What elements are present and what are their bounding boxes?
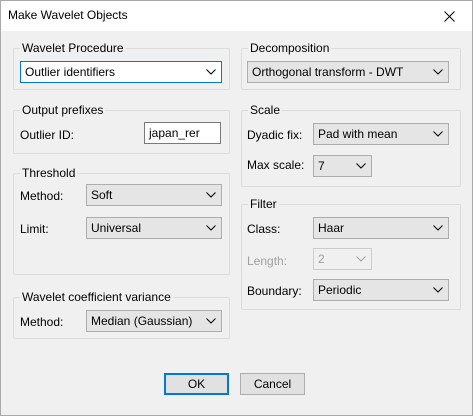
threshold-method-label: Method: [20, 189, 64, 203]
wavelet-procedure-value: Outlier identifiers [25, 65, 116, 79]
filter-class-select[interactable]: Haar [313, 217, 449, 239]
chevron-down-icon [433, 287, 443, 293]
variance-method-label: Method: [20, 315, 64, 329]
filter-boundary-value: Periodic [318, 283, 362, 297]
dialog-window: Make Wavelet Objects Wavelet Procedure O… [0, 0, 473, 416]
max-scale-select[interactable]: 7 [313, 155, 372, 177]
wavelet-procedure-select[interactable]: Outlier identifiers [20, 61, 222, 83]
window-title: Make Wavelet Objects [8, 8, 128, 22]
chevron-down-icon [206, 192, 216, 198]
variance-method-select[interactable]: Median (Gaussian) [86, 310, 222, 332]
chevron-down-icon [206, 69, 216, 75]
title-bar: Make Wavelet Objects [1, 1, 472, 31]
filter-length-select[interactable]: 2 [313, 248, 372, 270]
max-scale-value: 7 [318, 159, 325, 173]
filter-group-label: Filter [248, 197, 279, 211]
decomposition-value: Orthogonal transform - DWT [252, 65, 404, 79]
chevron-down-icon [356, 163, 366, 169]
threshold-group-label: Threshold [20, 166, 78, 180]
output-prefixes-group-label: Output prefixes [20, 103, 106, 117]
threshold-limit-select[interactable]: Universal [86, 217, 222, 239]
threshold-method-value: Soft [91, 188, 113, 202]
wavelet-procedure-group-label: Wavelet Procedure [20, 41, 126, 55]
filter-class-value: Haar [318, 221, 345, 235]
filter-length-value: 2 [318, 252, 325, 266]
outlier-id-label: Outlier ID: [20, 128, 75, 142]
decomposition-select[interactable]: Orthogonal transform - DWT [247, 61, 449, 83]
decomposition-group-label: Decomposition [248, 41, 332, 55]
outlier-id-value: japan_rer [149, 126, 200, 140]
close-icon [444, 10, 455, 22]
close-button[interactable] [427, 1, 472, 31]
threshold-method-select[interactable]: Soft [86, 184, 222, 206]
chevron-down-icon [433, 131, 443, 137]
filter-boundary-select[interactable]: Periodic [313, 279, 449, 301]
scale-group-label: Scale [248, 103, 283, 117]
threshold-limit-label: Limit: [20, 222, 49, 236]
chevron-down-icon [206, 318, 216, 324]
chevron-down-icon [433, 69, 443, 75]
max-scale-label: Max scale: [247, 158, 305, 172]
chevron-down-icon [356, 256, 366, 262]
outlier-id-input[interactable]: japan_rer [144, 122, 221, 144]
chevron-down-icon [433, 225, 443, 231]
cancel-button[interactable]: Cancel [240, 373, 305, 395]
dyadic-fix-label: Dyadic fix: [247, 128, 303, 142]
ok-button[interactable]: OK [164, 373, 229, 395]
filter-boundary-label: Boundary: [247, 284, 302, 298]
threshold-limit-value: Universal [91, 221, 142, 235]
chevron-down-icon [206, 225, 216, 231]
variance-group-label: Wavelet coefficient variance [20, 290, 173, 304]
filter-class-label: Class: [247, 222, 281, 236]
filter-length-label: Length: [247, 254, 288, 268]
variance-method-value: Median (Gaussian) [91, 314, 193, 328]
dyadic-fix-value: Pad with mean [318, 127, 398, 141]
dyadic-fix-select[interactable]: Pad with mean [313, 123, 449, 145]
